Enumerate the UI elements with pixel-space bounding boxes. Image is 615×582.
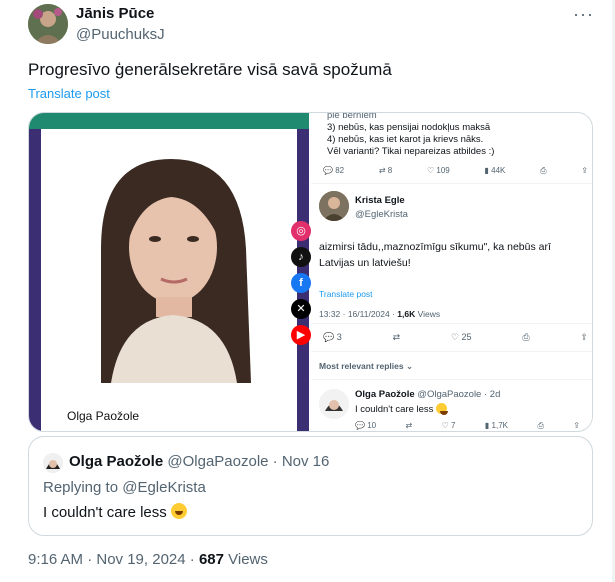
post-views: 687	[198, 551, 224, 568]
like-icon: ♡ 25	[450, 332, 472, 342]
stat-replies: 10	[367, 421, 377, 430]
repost-icon: ⇄	[392, 332, 401, 342]
post-time[interactable]: 9:16 AM · Nov 19, 2024 ·	[28, 551, 199, 568]
nested-reply-text: I couldn't care less	[355, 403, 449, 415]
quoted-text: I couldn't care less	[43, 503, 187, 521]
views-icon: ▮ 44K	[484, 166, 506, 175]
embedded-thread-screenshot: pie bērniem 3) nebūs, kas pensijai nodok…	[311, 112, 592, 431]
instagram-icon: ◎	[291, 221, 311, 241]
purple-frame-left	[29, 129, 41, 431]
social-icon-column: ◎ ♪ f ✕ ▶	[291, 221, 311, 351]
nested-author-handle: @OlgaPaozole · 2d	[417, 389, 501, 400]
stat-likes: 109	[436, 166, 450, 175]
grinning-emoji-icon	[170, 503, 187, 519]
reply-icon: 💬 10	[355, 421, 377, 430]
reply-icon: 💬 3	[323, 332, 342, 342]
youtube-icon: ▶	[291, 325, 311, 345]
tiktok-icon: ♪	[291, 247, 311, 267]
divider	[311, 183, 592, 184]
post-media[interactable]: Olga Paožole ◎ ♪ f ✕ ▶ pie bērniem 3) ne…	[28, 112, 593, 432]
media-image-left: Olga Paožole ◎ ♪ f ✕ ▶	[29, 113, 311, 431]
quoted-post[interactable]: Olga Paožole @OlgaPaozole · Nov 16 Reply…	[28, 436, 593, 536]
author-name[interactable]: Jānis Pūce	[76, 5, 165, 22]
divider	[311, 323, 592, 324]
stat-likes: 7	[451, 421, 456, 430]
divider	[311, 379, 592, 380]
reply-icon: 💬 82	[323, 166, 345, 175]
post-views-label: Views	[223, 551, 268, 568]
thread-line: Vēl varianti? Tikai nepareizas atbildes …	[327, 146, 495, 157]
reply-text-line: Latvijas un latviešu!	[319, 257, 411, 269]
bookmark-icon: ⎙	[540, 166, 547, 175]
share-icon: ⇪	[573, 421, 580, 430]
share-icon: ⇪	[580, 332, 588, 342]
reply-author-name: Krista Egle	[355, 195, 405, 206]
divider	[311, 351, 592, 352]
portrait-photo	[41, 129, 297, 383]
x-icon: ✕	[291, 299, 311, 319]
reply-text-line: aizmirsi tādu,,maznozīmīgu sīkumu", ka n…	[319, 241, 551, 253]
replying-to: Replying to @EgleKrista	[43, 479, 206, 496]
quoted-handle-time: @OlgaPaozole · Nov 16	[167, 453, 330, 470]
thread-stats-bottom: 💬 10 ⇄ ♡ 7 ▮ 1,7K ⎙ ⇪	[355, 421, 580, 431]
repost-icon: ⇄	[405, 421, 413, 430]
reply-meta: 13:32 · 16/11/2024 · 1,6K Views	[319, 309, 440, 319]
share-icon: ⇪	[581, 166, 588, 175]
avatar-image	[28, 4, 68, 44]
quoted-header: Olga Paožole @OlgaPaozole · Nov 16	[69, 453, 329, 470]
stat-replies: 82	[335, 166, 345, 175]
like-icon: ♡ 109	[426, 166, 450, 175]
replying-label: Replying to	[43, 479, 123, 496]
stat-views: 44K	[491, 166, 506, 175]
stat-views: 1,7K	[491, 421, 509, 430]
nested-author-line: Olga Paožole @OlgaPaozole · 2d	[355, 389, 500, 400]
replying-handle: @EgleKrista	[122, 479, 206, 496]
translate-post-link[interactable]: Translate post	[28, 86, 110, 101]
reply-author-avatar	[319, 191, 349, 221]
thread-line: pie bērniem	[327, 112, 377, 121]
reply-translate-link: Translate post	[319, 289, 373, 299]
post-footer: 9:16 AM · Nov 19, 2024 · 687 Views	[28, 551, 268, 568]
nested-author-avatar	[319, 389, 349, 419]
stat-reposts: 8	[387, 166, 393, 175]
quoted-author-name: Olga Paožole	[69, 453, 164, 470]
chevron-down-icon: ⌄	[405, 361, 414, 371]
thread-stats-mid: 💬 3 ⇄ ♡ 25 ⎙ ⇪	[323, 332, 588, 343]
green-band	[29, 113, 309, 129]
bookmark-icon: ⎙	[537, 421, 544, 430]
bookmark-icon: ⎙	[522, 332, 530, 342]
stat-likes: 25	[461, 332, 472, 342]
reply-author-handle: @EgleKrista	[355, 209, 408, 220]
like-icon: ♡ 7	[441, 421, 456, 430]
quoted-author-avatar	[43, 453, 63, 473]
reply-views: 1,6K	[397, 309, 416, 319]
post-header: Jānis Pūce @PuuchuksJ ···	[28, 4, 598, 48]
quoted-text-content: I couldn't care less	[43, 504, 167, 521]
author-names: Jānis Pūce @PuuchuksJ	[76, 5, 165, 43]
nested-text: I couldn't care less	[355, 404, 434, 415]
most-relevant-label: Most relevant replies	[319, 361, 404, 371]
most-relevant-replies: Most relevant replies ⌄	[319, 361, 413, 372]
photo-caption: Olga Paožole	[67, 409, 140, 423]
views-icon: ▮ 1,7K	[484, 421, 509, 430]
facebook-icon: f	[291, 273, 311, 293]
post-text: Progresīvo ģenerālsekretāre visā savā sp…	[28, 60, 392, 79]
author-avatar[interactable]	[28, 4, 68, 44]
thread-line: 3) nebūs, kas pensijai nodokļus maksā	[327, 122, 491, 133]
stat-replies: 3	[336, 332, 342, 342]
reply-time: 13:32 · 16/11/2024 ·	[319, 309, 398, 319]
author-handle[interactable]: @PuuchuksJ	[76, 26, 165, 43]
repost-icon: ⇄ 8	[378, 166, 393, 175]
more-horizontal-icon[interactable]: ···	[573, 4, 594, 25]
thread-stats-top: 💬 82 ⇄ 8 ♡ 109 ▮ 44K ⎙ ⇪	[323, 166, 588, 176]
reply-views-label: Views	[415, 309, 441, 319]
nested-author-name: Olga Paožole	[355, 389, 415, 400]
thread-line: 4) nebūs, kas iet karot ja krievs nāks.	[327, 134, 484, 145]
grinning-emoji-icon	[436, 403, 449, 415]
